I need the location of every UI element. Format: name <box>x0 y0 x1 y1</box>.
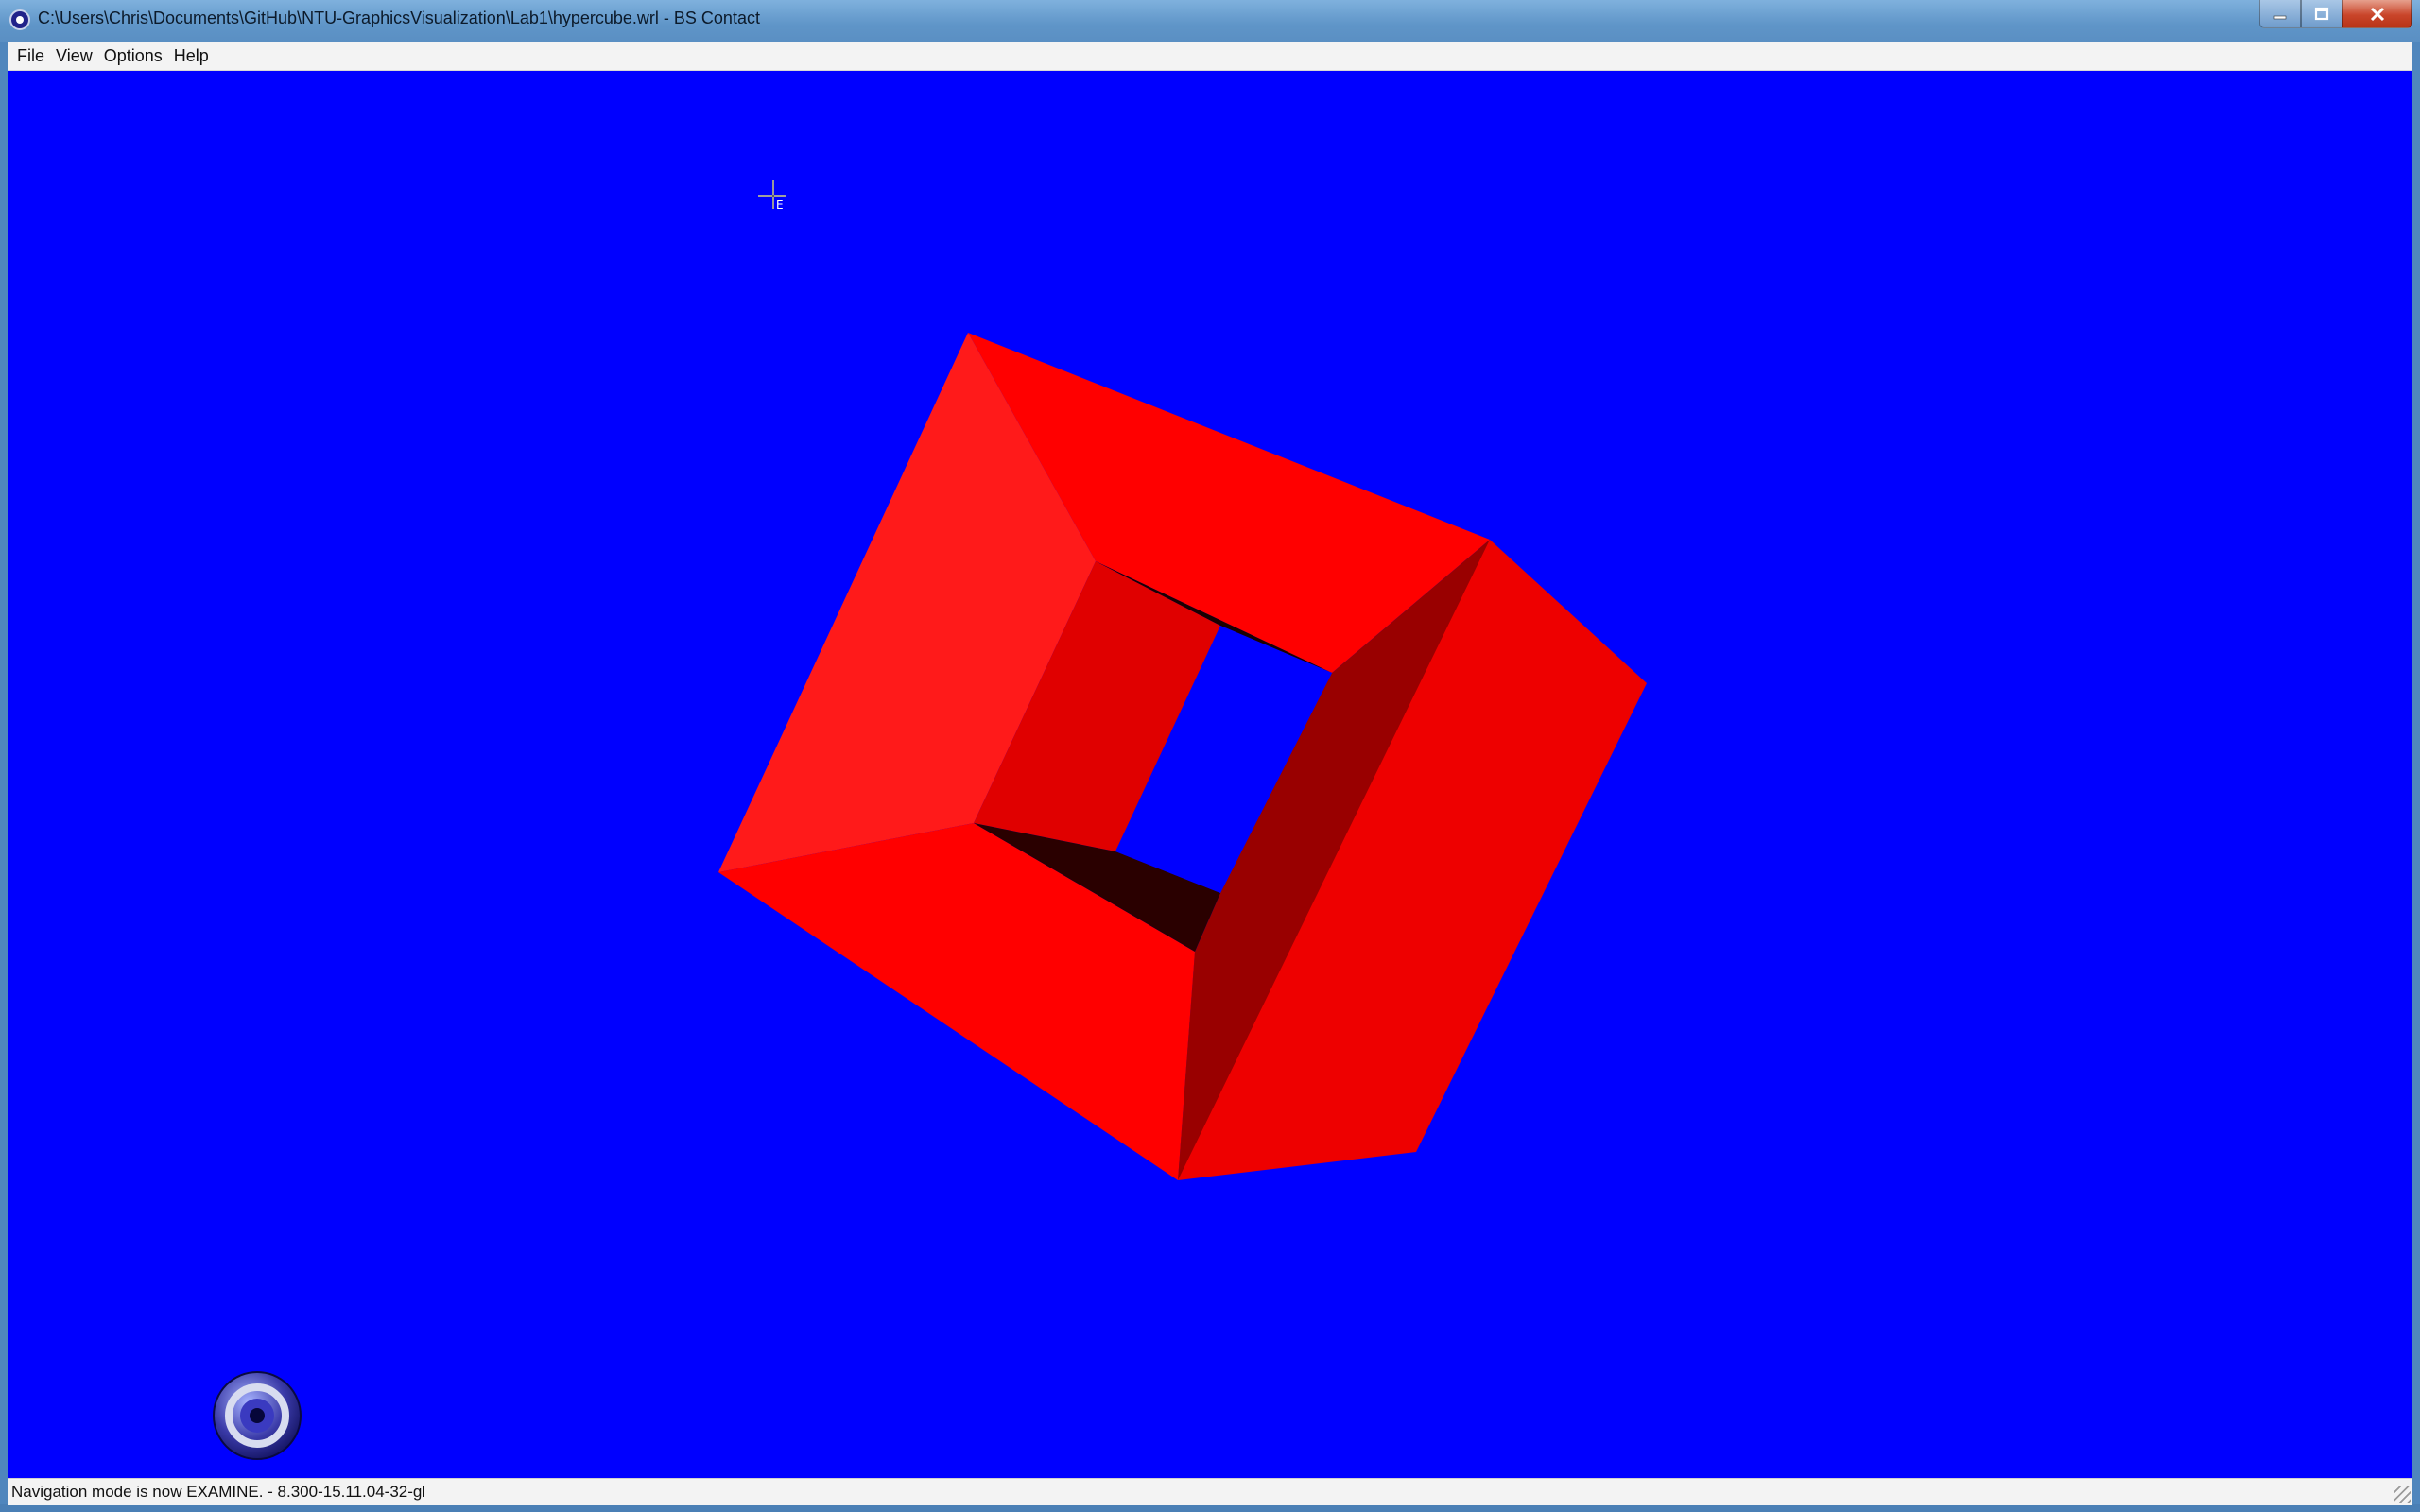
resize-grip-icon[interactable] <box>2394 1486 2411 1503</box>
app-icon[interactable] <box>9 9 30 30</box>
hypercube-render[interactable] <box>8 71 2412 1478</box>
maximize-button[interactable] <box>2301 0 2342 28</box>
close-icon <box>2370 7 2385 22</box>
crosshair-examine-cursor-icon: E <box>758 180 786 212</box>
menu-bar: File View Options Help <box>8 42 2412 71</box>
menu-help[interactable]: Help <box>168 42 215 70</box>
close-button[interactable] <box>2342 0 2412 28</box>
app-window: C:\Users\Chris\Documents\GitHub\NTU-Grap… <box>0 0 2420 1512</box>
status-text: Navigation mode is now EXAMINE. - 8.300-… <box>11 1483 426 1501</box>
menu-view[interactable]: View <box>50 42 98 70</box>
status-bar: Navigation mode is now EXAMINE. - 8.300-… <box>8 1478 2412 1505</box>
window-title: C:\Users\Chris\Documents\GitHub\NTU-Grap… <box>38 9 760 27</box>
3d-viewport[interactable]: E <box>8 71 2412 1478</box>
minimize-button[interactable] <box>2259 0 2301 28</box>
menu-file[interactable]: File <box>11 42 50 70</box>
maximize-icon <box>2314 7 2329 21</box>
title-bar[interactable]: C:\Users\Chris\Documents\GitHub\NTU-Grap… <box>0 0 2420 42</box>
menu-options[interactable]: Options <box>98 42 168 70</box>
navigation-widget-icon[interactable] <box>212 1370 302 1461</box>
window-border-left <box>0 42 8 1504</box>
cursor-mode-letter: E <box>776 198 784 212</box>
window-border-right <box>2412 42 2420 1504</box>
minimize-icon <box>2273 15 2287 20</box>
